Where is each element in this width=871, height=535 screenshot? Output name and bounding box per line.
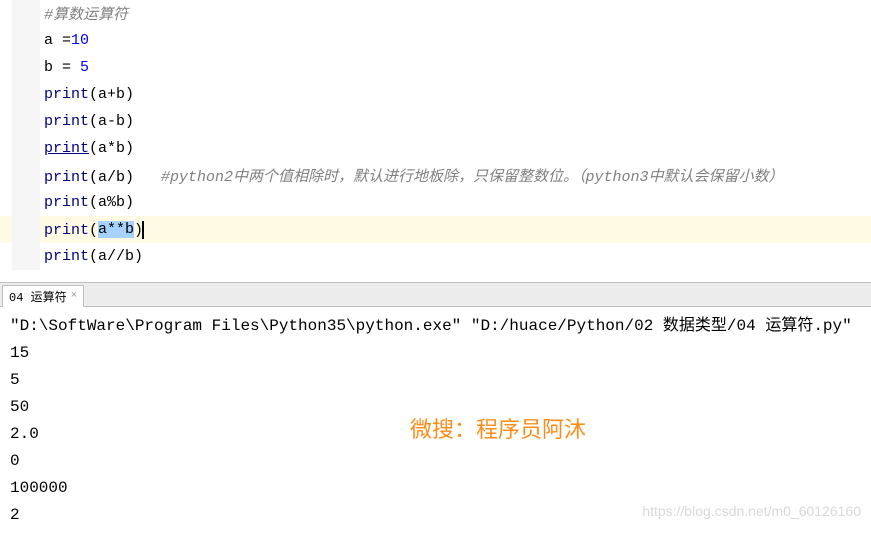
code-line[interactable]: print(a+b) xyxy=(0,81,871,108)
code-content: print(a%b) xyxy=(40,194,134,211)
gutter xyxy=(12,243,40,270)
gutter xyxy=(12,135,40,162)
code-line[interactable]: b = 5 xyxy=(0,54,871,81)
gutter xyxy=(12,54,40,81)
code-content: print(a+b) xyxy=(40,86,134,103)
code-content: print(a/b) #python2中两个值相除时，默认进行地板除，只保留整数… xyxy=(40,165,784,186)
code-line[interactable]: print(a%b) xyxy=(0,189,871,216)
console-tab-bar: 04 运算符 × xyxy=(0,283,871,307)
gutter xyxy=(12,216,40,243)
code-line[interactable]: print(a-b) xyxy=(0,108,871,135)
console-line: "D:\SoftWare\Program Files\Python35\pyth… xyxy=(10,313,861,340)
code-line[interactable]: print(a/b) #python2中两个值相除时，默认进行地板除，只保留整数… xyxy=(0,162,871,189)
console-line: 5 xyxy=(10,367,861,394)
code-line[interactable]: print(a**b) xyxy=(0,216,871,243)
console-line: 0 xyxy=(10,448,861,475)
code-line[interactable]: #算数运算符 xyxy=(0,0,871,27)
code-content: print(a*b) xyxy=(40,140,134,157)
code-line[interactable]: a =10 xyxy=(0,27,871,54)
gutter xyxy=(12,189,40,216)
watermark-text: 微搜：程序员阿沐 xyxy=(410,412,586,444)
code-line[interactable]: print(a//b) xyxy=(0,243,871,270)
gutter xyxy=(12,108,40,135)
gutter xyxy=(12,81,40,108)
tab-label: 04 运算符 xyxy=(9,288,67,305)
code-content: print(a//b) xyxy=(40,248,143,265)
code-content: print(a**b) xyxy=(40,221,144,239)
gutter xyxy=(12,27,40,54)
code-content: b = 5 xyxy=(40,59,89,76)
console-line: 15 xyxy=(10,340,861,367)
code-editor[interactable]: #算数运算符 a =10 b = 5 print(a+b) print(a-b) prin… xyxy=(0,0,871,270)
source-watermark: https://blog.csdn.net/m0_60126160 xyxy=(642,503,861,519)
code-content: a =10 xyxy=(40,32,89,49)
code-line[interactable]: print(a*b) xyxy=(0,135,871,162)
gutter xyxy=(12,0,40,27)
code-content: #算数运算符 xyxy=(40,3,128,24)
gutter xyxy=(12,162,40,189)
console-line: 100000 xyxy=(10,475,861,502)
text-cursor xyxy=(142,221,144,239)
code-content: print(a-b) xyxy=(40,113,134,130)
console-tab[interactable]: 04 运算符 × xyxy=(2,285,84,307)
close-icon[interactable]: × xyxy=(71,290,78,302)
